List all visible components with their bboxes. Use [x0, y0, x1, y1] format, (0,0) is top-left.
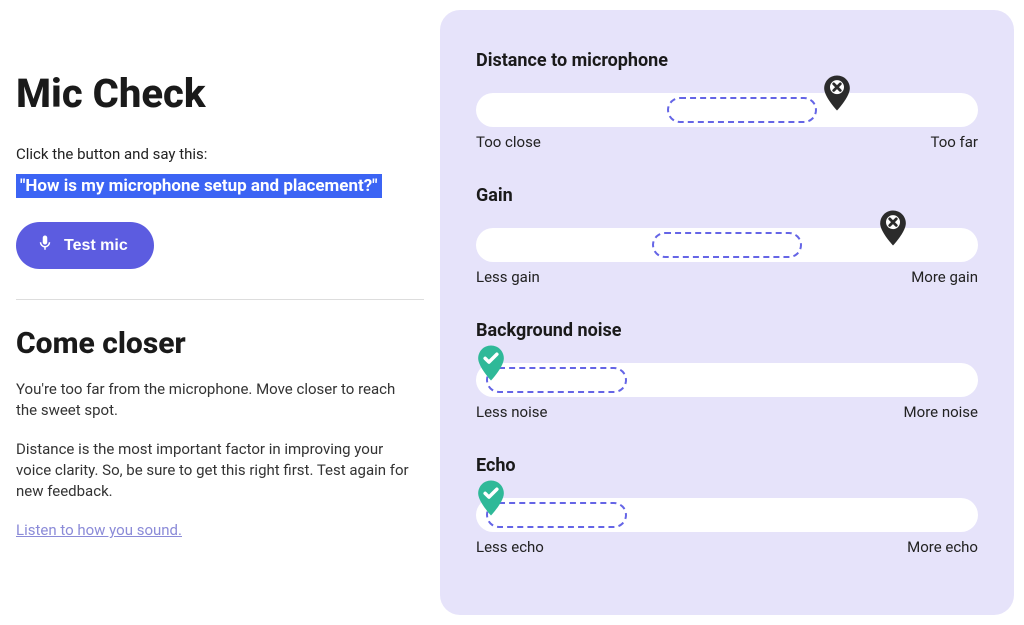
metric-labels: Less gain More gain	[476, 268, 978, 286]
metric-high-label: More gain	[911, 268, 978, 286]
sweet-spot	[652, 232, 803, 258]
metric-low-label: Too close	[476, 133, 541, 151]
metrics-panel: Distance to microphone Too close Too far…	[440, 10, 1014, 615]
metric-title: Gain	[476, 185, 978, 206]
feedback-paragraph-1: You're too far from the microphone. Move…	[16, 379, 416, 421]
metric-high-label: More noise	[904, 403, 978, 421]
metric-low-label: Less noise	[476, 403, 547, 421]
check-pin-icon	[477, 345, 505, 381]
feedback-paragraph-2: Distance is the most important factor in…	[16, 439, 416, 502]
metric-track	[476, 490, 978, 532]
listen-link[interactable]: Listen to how you sound.	[16, 521, 182, 539]
metric-low-label: Less gain	[476, 268, 540, 286]
sweet-spot	[486, 502, 627, 528]
metric-labels: Less echo More echo	[476, 538, 978, 556]
feedback-title: Come closer	[16, 326, 424, 361]
divider	[16, 299, 424, 300]
metric-title: Echo	[476, 455, 978, 476]
metric-row: Distance to microphone Too close Too far	[476, 50, 978, 151]
metric-high-label: Too far	[930, 133, 978, 151]
x-pin-icon	[879, 210, 907, 246]
metric-high-label: More echo	[907, 538, 978, 556]
metric-row: Echo Less echo More echo	[476, 455, 978, 556]
metric-track	[476, 220, 978, 262]
metric-title: Background noise	[476, 320, 978, 341]
speech-prompt: "How is my microphone setup and placemen…	[16, 174, 382, 198]
x-pin-icon	[823, 75, 851, 111]
test-mic-label: Test mic	[64, 237, 128, 255]
metric-row: Gain Less gain More gain	[476, 185, 978, 286]
check-pin-icon	[477, 480, 505, 516]
page-title: Mic Check	[16, 70, 424, 117]
test-mic-button[interactable]: Test mic	[16, 222, 154, 269]
metric-labels: Too close Too far	[476, 133, 978, 151]
mic-icon	[36, 234, 54, 257]
metric-track	[476, 355, 978, 397]
instruction-text: Click the button and say this:	[16, 145, 424, 163]
metric-row: Background noise Less noise More noise	[476, 320, 978, 421]
sweet-spot	[667, 97, 818, 123]
metric-track	[476, 85, 978, 127]
sweet-spot	[486, 367, 627, 393]
left-panel: Mic Check Click the button and say this:…	[0, 0, 440, 625]
metric-low-label: Less echo	[476, 538, 544, 556]
metric-title: Distance to microphone	[476, 50, 978, 71]
metric-labels: Less noise More noise	[476, 403, 978, 421]
